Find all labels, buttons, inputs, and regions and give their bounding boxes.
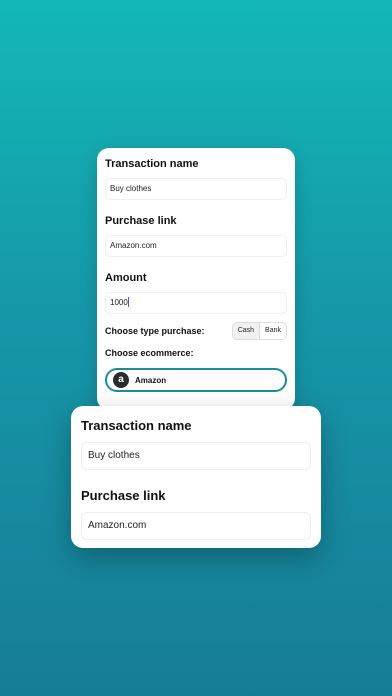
transaction-name-input[interactable]: Buy clothes: [105, 178, 287, 200]
ecommerce-option-label: Amazon: [135, 375, 167, 385]
amount-value: 1000: [110, 298, 128, 307]
purchase-link-label: Purchase link: [105, 215, 177, 227]
zoom-transaction-name-input[interactable]: Buy clothes: [81, 442, 311, 470]
purchase-link-input[interactable]: Amazon.com: [105, 235, 287, 257]
transaction-form-zoom-card: Transaction name Buy clothes Purchase li…: [71, 406, 321, 548]
zoom-purchase-link-label: Purchase link: [81, 488, 166, 503]
amazon-logo-icon: a: [113, 372, 129, 388]
amount-label: Amount: [105, 272, 147, 284]
zoom-purchase-link-input[interactable]: Amazon.com: [81, 512, 311, 540]
ecommerce-label: Choose ecommerce:: [105, 348, 194, 358]
transaction-form-card: Transaction name Buy clothes Purchase li…: [97, 148, 295, 410]
type-option-cash[interactable]: Cash: [233, 323, 259, 339]
amount-input[interactable]: 1000: [105, 292, 287, 314]
text-caret: [127, 297, 129, 307]
zoom-transaction-name-label: Transaction name: [81, 418, 192, 433]
type-purchase-label: Choose type purchase:: [105, 326, 205, 336]
ecommerce-option-amazon[interactable]: a Amazon: [105, 368, 287, 392]
transaction-name-label: Transaction name: [105, 158, 199, 170]
type-purchase-toggle[interactable]: Cash Bank: [231, 322, 287, 340]
type-option-bank[interactable]: Bank: [259, 323, 286, 339]
